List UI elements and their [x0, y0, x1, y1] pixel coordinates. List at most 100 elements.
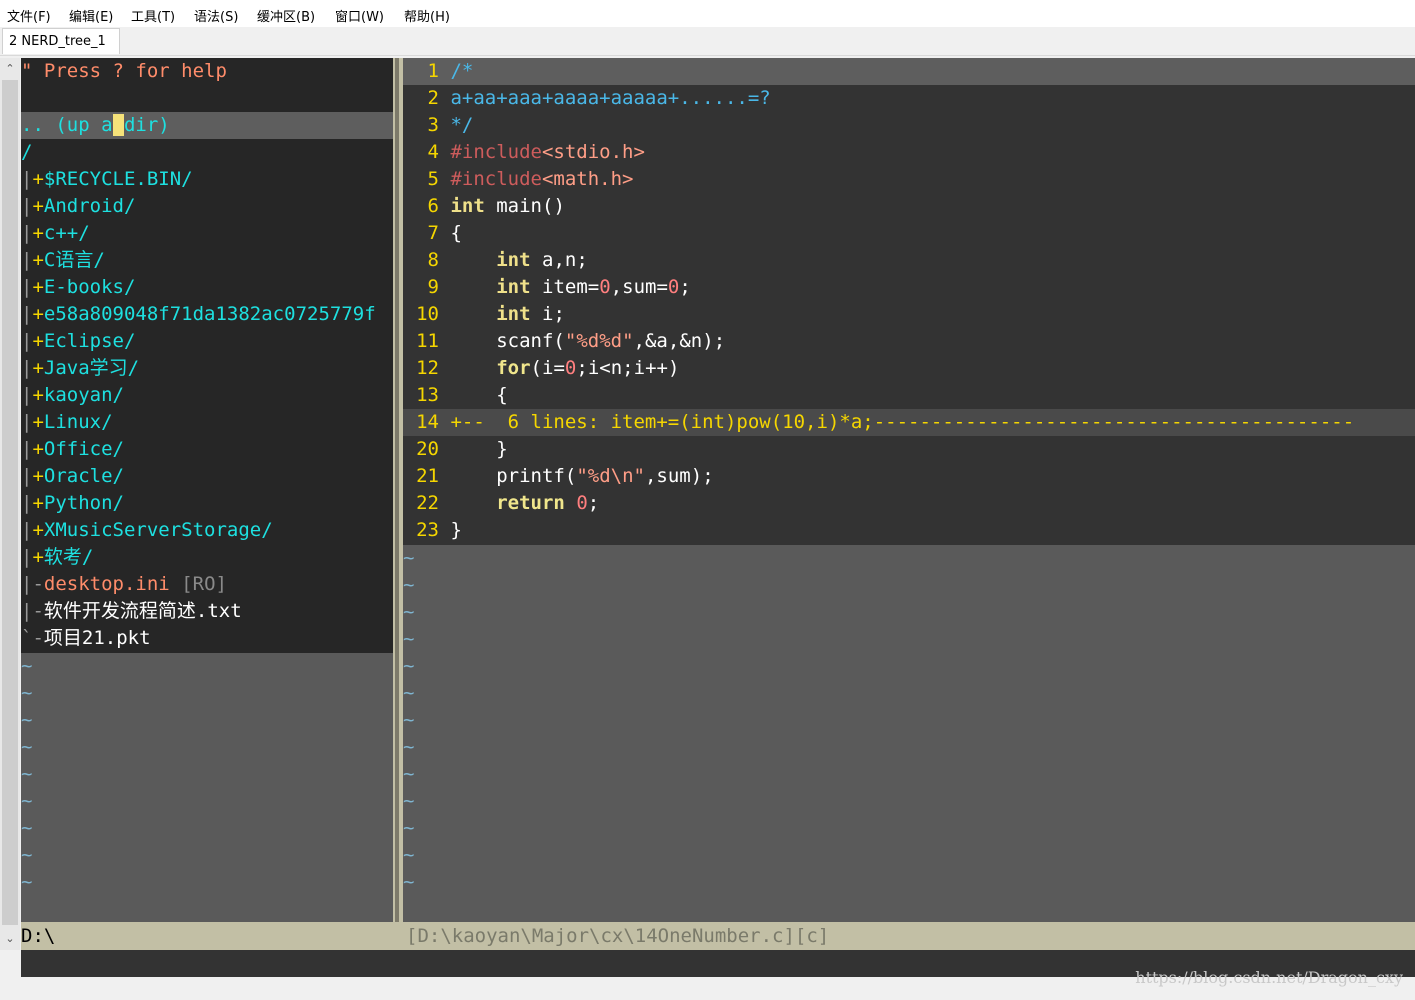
empty-line-tilde: ~ — [403, 601, 415, 623]
window-separator[interactable] — [393, 58, 403, 922]
tree-branch: | — [21, 195, 33, 217]
code-line[interactable]: 12 for(i=0;i<n;i++) — [403, 355, 679, 382]
tree-dir-item[interactable]: |+kaoyan/ — [21, 382, 124, 409]
code-text: #include<math.h> — [450, 168, 634, 190]
code-line[interactable]: 23 } — [403, 517, 462, 544]
tree-branch: | — [21, 465, 33, 487]
code-text: a+aa+aaa+aaaa+aaaaa+......=? — [450, 87, 771, 109]
menu-edit[interactable]: 编辑(E) — [69, 6, 113, 25]
line-number: 21 — [416, 465, 439, 487]
empty-line-tilde: ~ — [403, 817, 415, 839]
code-text: { — [450, 222, 462, 244]
tree-expand-marker: + — [32, 276, 44, 298]
tree-file-item[interactable]: |-软件开发流程简述.txt — [21, 598, 242, 625]
tree-expand-marker: + — [32, 492, 44, 514]
code-line[interactable]: 4 #include<stdio.h> — [403, 139, 645, 166]
tree-dir-item[interactable]: |+E-books/ — [21, 274, 135, 301]
code-line[interactable]: 13 { — [403, 382, 508, 409]
tree-branch: | — [21, 303, 33, 325]
tree-dir-item[interactable]: |+Python/ — [21, 490, 124, 517]
code-text: scanf("%d%d",&a,&n); — [496, 330, 726, 352]
separator-bar — [395, 58, 399, 922]
nerdtree-help-line: " Press ? for help — [21, 60, 227, 82]
empty-line-tilde: ~ — [21, 763, 33, 785]
tree-file-name: desktop.ini — [43, 573, 170, 595]
empty-line-tilde: ~ — [21, 817, 33, 839]
scrollbar-thumb[interactable] — [2, 80, 18, 925]
nerdtree-root[interactable]: / — [21, 139, 32, 166]
line-number: 2 — [427, 87, 439, 109]
tree-file-marker: - — [32, 600, 44, 622]
tree-dir-name: Python/ — [43, 492, 124, 514]
empty-line-tilde: ~ — [21, 736, 33, 758]
tree-dir-item[interactable]: |+Oracle/ — [21, 463, 124, 490]
gutter-gap — [439, 60, 450, 82]
code-pane[interactable]: 1 /* 2 a+aa+aaa+aaaa+aaaaa+......=? 3 */4 … — [403, 58, 1415, 922]
empty-line-tilde: ~ — [403, 655, 415, 677]
code-line[interactable]: 7 { — [403, 220, 462, 247]
tree-dir-item[interactable]: |+Linux/ — [21, 409, 113, 436]
empty-line-tilde: ~ — [21, 682, 33, 704]
code-line[interactable]: 9 int item=0,sum=0; — [403, 274, 691, 301]
empty-line-tilde: ~ — [403, 628, 415, 650]
line-number: 9 — [427, 276, 439, 298]
tree-expand-marker: + — [32, 357, 44, 379]
code-line[interactable]: 8 int a,n; — [403, 247, 588, 274]
empty-line-tilde: ~ — [21, 844, 33, 866]
menu-buffers[interactable]: 缓冲区(B) — [257, 6, 315, 25]
menu-file[interactable]: 文件(F) — [7, 6, 51, 25]
nerdtree-up-dir[interactable]: .. (up a dir) — [21, 112, 170, 139]
line-number: 6 — [427, 195, 439, 217]
line-number: 5 — [427, 168, 439, 190]
tree-dir-item[interactable]: |+c++/ — [21, 220, 90, 247]
up-dir-text: .. (up a — [21, 114, 113, 136]
scroll-up-icon[interactable]: ⌃ — [3, 62, 17, 76]
menu-tools[interactable]: 工具(T) — [131, 6, 175, 25]
code-line[interactable]: 5 #include<math.h> — [403, 166, 634, 193]
tree-dir-item[interactable]: |+e58a809048f71da1382ac0725779f — [21, 301, 376, 328]
tree-expand-marker: + — [32, 438, 44, 460]
tree-dir-item[interactable]: |+XMusicServerStorage/ — [21, 517, 273, 544]
scroll-down-icon[interactable]: ⌄ — [3, 932, 17, 946]
folded-code-line[interactable]: 14 +-- 6 lines: item+=(int)pow(10,i)*a;-… — [403, 409, 1354, 436]
code-line[interactable]: 20 } — [403, 436, 508, 463]
tree-branch: | — [21, 411, 33, 433]
menu-window[interactable]: 窗口(W) — [335, 6, 384, 25]
tree-dir-name: Linux/ — [43, 411, 113, 433]
line-number: 13 — [416, 384, 439, 406]
menu-help[interactable]: 帮助(H) — [404, 6, 450, 25]
code-line[interactable]: 21 printf("%d\n",sum); — [403, 463, 714, 490]
code-line[interactable]: 3 */ — [403, 112, 474, 139]
code-text: int a,n; — [496, 249, 588, 271]
tree-file-item[interactable]: `-项目21.pkt — [21, 625, 151, 652]
tree-dir-name: XMusicServerStorage/ — [43, 519, 273, 541]
tree-dir-item[interactable]: |+软考/ — [21, 544, 93, 571]
tree-dir-item[interactable]: |+C语言/ — [21, 247, 105, 274]
nerdtree-empty-area — [21, 653, 393, 922]
tab-nerd-tree[interactable]: 2 NERD_tree_1 — [2, 28, 120, 54]
tree-dir-item[interactable]: |+Android/ — [21, 193, 135, 220]
tree-dir-item[interactable]: |+Office/ — [21, 436, 124, 463]
tree-dir-name: kaoyan/ — [43, 384, 124, 406]
code-line[interactable]: 2 a+aa+aaa+aaaa+aaaaa+......=? — [403, 85, 771, 112]
nerdtree-pane[interactable]: " Press ? for help .. (up a dir) / |+$RE… — [21, 58, 393, 922]
gutter-gap — [439, 222, 450, 244]
vertical-scrollbar[interactable]: ⌃ ⌄ — [0, 58, 20, 950]
tree-expand-marker: + — [32, 519, 44, 541]
code-line[interactable]: 6 int main() — [403, 193, 565, 220]
menu-syntax[interactable]: 语法(S) — [194, 6, 238, 25]
tree-dir-item[interactable]: |+Java学习/ — [21, 355, 139, 382]
code-line[interactable]: 11 scanf("%d%d",&a,&n); — [403, 328, 725, 355]
line-number: 8 — [427, 249, 439, 271]
code-text: { — [496, 384, 508, 406]
code-line[interactable]: 10 int i; — [403, 301, 565, 328]
tree-file-item[interactable]: |-desktop.ini [RO] — [21, 571, 227, 598]
tree-dir-item[interactable]: |+Eclipse/ — [21, 328, 135, 355]
menu-bar: 文件(F) 编辑(E) 工具(T) 语法(S) 缓冲区(B) 窗口(W) 帮助(… — [0, 0, 1415, 27]
empty-line-tilde: ~ — [403, 790, 415, 812]
code-line[interactable]: 22 return 0; — [403, 490, 599, 517]
tree-dir-item[interactable]: |+$RECYCLE.BIN/ — [21, 166, 193, 193]
code-line[interactable]: 1 /* — [403, 58, 474, 85]
tree-dir-name: Office/ — [43, 438, 124, 460]
empty-line-tilde: ~ — [403, 844, 415, 866]
